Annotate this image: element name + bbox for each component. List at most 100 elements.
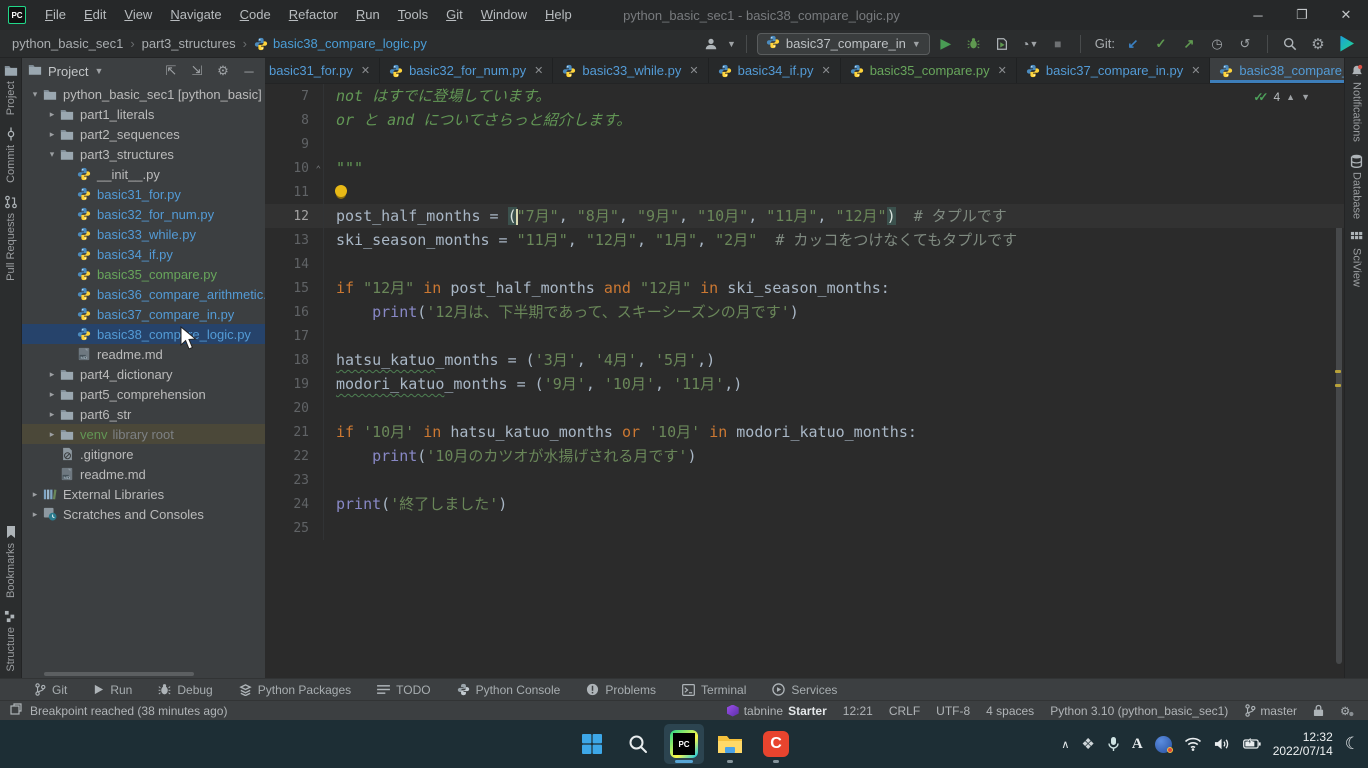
toolwindow-todo[interactable]: TODO: [377, 683, 430, 697]
taskbar-pycharm-icon[interactable]: PC: [664, 724, 704, 764]
menu-tools[interactable]: Tools: [389, 0, 437, 30]
menu-edit[interactable]: Edit: [75, 0, 115, 30]
toolwindow-terminal[interactable]: Terminal: [682, 683, 746, 697]
line-number[interactable]: 18: [265, 353, 323, 368]
tool-stripe-bookmarks[interactable]: Bookmarks: [5, 519, 17, 604]
code-line-25[interactable]: 25: [265, 516, 1344, 540]
code-line-14[interactable]: 14: [265, 252, 1344, 276]
code-line-13[interactable]: 13ski_season_months = "11月", "12月", "1月"…: [265, 228, 1344, 252]
close-button[interactable]: ✕: [1324, 0, 1368, 30]
tree-closed-arrow-icon[interactable]: ▸: [45, 409, 59, 420]
toolwindow-git[interactable]: Git: [34, 683, 67, 697]
readonly-lock-icon[interactable]: [1313, 704, 1324, 717]
taskbar-camtasia-icon[interactable]: C: [756, 724, 796, 764]
code-line-8[interactable]: 8or と and についてさらっと紹介します。: [265, 108, 1344, 132]
line-number[interactable]: 7: [265, 89, 323, 104]
fold-marker-icon[interactable]: ⌃: [316, 165, 321, 175]
line-number[interactable]: 10⌃: [265, 161, 323, 176]
tree-item-basic32_for_num.py[interactable]: basic32_for_num.py: [22, 204, 265, 224]
code-line-7[interactable]: 7not はすでに登場しています。: [265, 84, 1344, 108]
menu-window[interactable]: Window: [472, 0, 536, 30]
taskbar-searchwin-icon[interactable]: [618, 724, 658, 764]
line-number[interactable]: 11: [265, 185, 323, 200]
line-number[interactable]: 15: [265, 281, 323, 296]
tree-item-part4_dictionary[interactable]: ▸part4_dictionary: [22, 364, 265, 384]
search-everywhere-button[interactable]: [1278, 32, 1302, 56]
code-line-17[interactable]: 17: [265, 324, 1344, 348]
project-hscrollbar[interactable]: [22, 670, 265, 678]
tab-close-icon[interactable]: ✕: [821, 64, 830, 77]
code-with-me-button[interactable]: [1334, 32, 1358, 56]
tree-item-basic36_compare_arithmetic.py[interactable]: basic36_compare_arithmetic.py: [22, 284, 265, 304]
tool-stripe-commit[interactable]: Commit: [4, 121, 18, 189]
wifi-icon[interactable]: [1184, 737, 1202, 751]
code-line-9[interactable]: 9: [265, 132, 1344, 156]
debug-button[interactable]: [962, 32, 986, 56]
tab-close-icon[interactable]: ✕: [689, 64, 698, 77]
minimize-button[interactable]: ─: [1236, 0, 1280, 30]
tab-close-icon[interactable]: ✕: [361, 64, 370, 77]
breadcrumb-item[interactable]: part3_structures: [142, 36, 236, 51]
line-number[interactable]: 19: [265, 377, 323, 392]
taskbar-start-icon[interactable]: [572, 724, 612, 764]
tool-stripe-pull-requests[interactable]: Pull Requests: [4, 189, 18, 287]
menu-file[interactable]: File: [36, 0, 75, 30]
editor-tab-basic33_while[interactable]: basic33_while.py✕: [553, 58, 708, 83]
menu-help[interactable]: Help: [536, 0, 581, 30]
menu-navigate[interactable]: Navigate: [161, 0, 230, 30]
status-item[interactable]: 12:21: [843, 704, 873, 718]
line-number[interactable]: 8: [265, 113, 323, 128]
maximize-button[interactable]: ❐: [1280, 0, 1324, 30]
code-line-23[interactable]: 23: [265, 468, 1344, 492]
line-number[interactable]: 16: [265, 305, 323, 320]
volume-icon[interactable]: [1214, 737, 1231, 751]
collapse-all-button[interactable]: ⇲: [187, 63, 207, 79]
app-sphere-icon[interactable]: [1155, 736, 1172, 753]
tree-item-basic38_compare_logic.py[interactable]: basic38_compare_logic.py: [22, 324, 265, 344]
hide-panel-button[interactable]: ─: [239, 64, 259, 79]
tree-item-part6_str[interactable]: ▸part6_str: [22, 404, 265, 424]
tree-item-readme.md[interactable]: MDreadme.md: [22, 344, 265, 364]
tree-item-basic34_if.py[interactable]: basic34_if.py: [22, 244, 265, 264]
profiler-button[interactable]: ◔▼: [1018, 32, 1042, 56]
editor-tab-basic31_for[interactable]: basic31_for.py✕: [265, 58, 380, 83]
tree-item-basic35_compare.py[interactable]: basic35_compare.py: [22, 264, 265, 284]
tool-stripe-notifications[interactable]: Notifications: [1350, 58, 1364, 148]
editor-tab-basic37_compare_in[interactable]: basic37_compare_in.py✕: [1017, 58, 1211, 83]
taskbar-clock[interactable]: 12:32 2022/07/14: [1273, 730, 1333, 758]
line-number[interactable]: 12: [265, 209, 323, 224]
tree-item-basic37_compare_in.py[interactable]: basic37_compare_in.py: [22, 304, 265, 324]
toolwindow-python-packages[interactable]: Python Packages: [239, 683, 351, 697]
toolwindow-debug[interactable]: Debug: [158, 683, 212, 697]
tree-item-__init__.py[interactable]: __init__.py: [22, 164, 265, 184]
menu-refactor[interactable]: Refactor: [280, 0, 347, 30]
status-item[interactable]: UTF-8: [936, 704, 970, 718]
code-line-11[interactable]: 11: [265, 180, 1344, 204]
line-number[interactable]: 14: [265, 257, 323, 272]
breadcrumb-item[interactable]: python_basic_sec1: [12, 36, 123, 51]
night-mode-icon[interactable]: ☾: [1345, 734, 1360, 754]
tree-item-part1_literals[interactable]: ▸part1_literals: [22, 104, 265, 124]
settings-button[interactable]: ⚙: [1306, 32, 1330, 56]
code-line-20[interactable]: 20: [265, 396, 1344, 420]
code-line-24[interactable]: 24print('終了しました'): [265, 492, 1344, 516]
code-line-10[interactable]: 10⌃""": [265, 156, 1344, 180]
toolwindow-problems[interactable]: Problems: [586, 683, 656, 697]
line-number[interactable]: 13: [265, 233, 323, 248]
tree-item-part3_structures[interactable]: ▾part3_structures: [22, 144, 265, 164]
tree-item-Scratches[interactable]: ▸Scratches and Consoles: [22, 504, 265, 524]
tree-item-readme.md[interactable]: MDreadme.md: [22, 464, 265, 484]
line-number[interactable]: 23: [265, 473, 323, 488]
tray-chevron-icon[interactable]: ∧: [1061, 738, 1069, 751]
menu-run[interactable]: Run: [347, 0, 389, 30]
status-item[interactable]: Python 3.10 (python_basic_sec1): [1050, 704, 1228, 718]
tree-item-.gitignore[interactable]: .gitignore: [22, 444, 265, 464]
battery-icon[interactable]: [1243, 738, 1261, 750]
line-number[interactable]: 17: [265, 329, 323, 344]
code-line-22[interactable]: 22 print('10月のカツオが水揚げされる月です'): [265, 444, 1344, 468]
toolwindow-run[interactable]: Run: [93, 683, 132, 697]
code-line-12[interactable]: 12post_half_months = ("7月", "8月", "9月", …: [265, 204, 1344, 228]
commit-button[interactable]: ✓: [1149, 32, 1173, 56]
tree-item-part5_comprehension[interactable]: ▸part5_comprehension: [22, 384, 265, 404]
tree-closed-arrow-icon[interactable]: ▸: [45, 369, 59, 380]
